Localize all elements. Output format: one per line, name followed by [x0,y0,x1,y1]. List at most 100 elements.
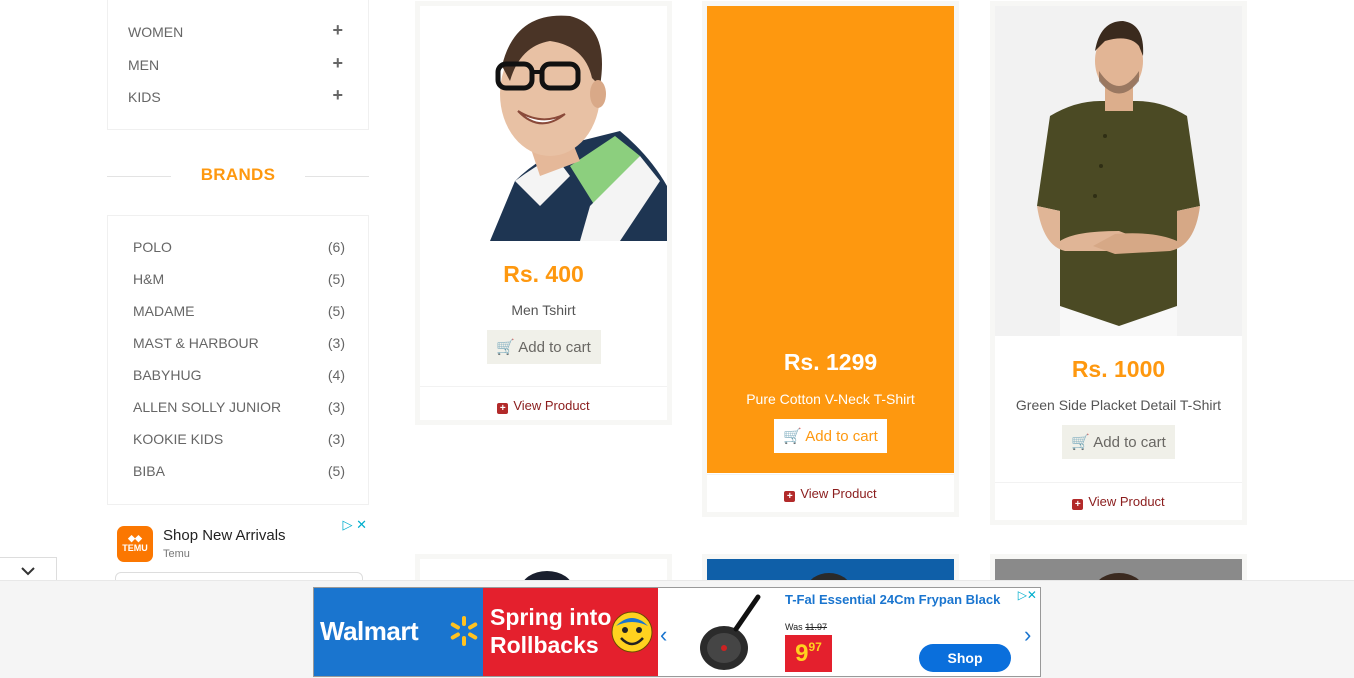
cart-icon: 🛒 [783,428,802,445]
view-product-label: View Product [513,398,590,413]
ad-subtitle: Temu [163,548,190,560]
cart-icon: 🛒 [496,339,515,356]
brands-heading: BRANDS [107,165,369,187]
category-women[interactable]: WOMEN + [128,20,350,44]
brands-title: BRANDS [200,165,276,184]
product-card: Rs. 400 Men Tshirt 🛒 Add to cart + View P… [415,1,672,425]
ad-choices-icon[interactable]: ▷ ✕ [342,517,367,533]
brand-item-polo[interactable]: POLO (6) [133,239,345,257]
category-panel: WOMEN + MEN + KIDS + [107,0,369,130]
walmart-ad-banner[interactable]: Walmart Spring into Rollbacks ‹ T-Fal Es… [313,587,1041,677]
product-name: Pure Cotton V-Neck T-Shirt [746,391,915,407]
brand-item-madame[interactable]: MADAME (5) [133,303,345,321]
walmart-wordmark: Walmart [320,616,419,646]
brand-count: (4) [327,367,345,383]
walmart-brand-panel: Walmart [314,588,483,676]
view-product-link[interactable]: + View Product [420,386,667,425]
was-label: Was [785,622,803,632]
category-men[interactable]: MEN + [128,53,350,77]
category-label: WOMEN [128,24,184,40]
spark-icon [450,616,478,646]
product-image [995,6,1242,336]
brand-name[interactable]: BABYHUG [133,367,201,383]
plus-square-icon: + [497,403,509,414]
ad-headline-1: Spring into [490,604,612,630]
smiley-icon [611,611,653,653]
divider [305,176,369,177]
brand-count: (5) [327,271,345,287]
add-to-cart-label: Add to cart [805,428,878,445]
brand-item-biba[interactable]: BIBA (5) [133,463,345,481]
view-product-label: View Product [800,486,877,501]
brand-name[interactable]: KOOKIE KIDS [133,431,223,447]
add-to-cart-button[interactable]: 🛒 Add to cart [774,419,887,453]
category-label: MEN [128,57,160,73]
brand-name[interactable]: POLO [133,239,172,255]
brand-name[interactable]: MAST & HARBOUR [133,335,259,351]
plus-square-icon: + [1072,499,1084,510]
view-product-label: View Product [1088,494,1165,509]
logo-glyph: ◆◆ [128,533,142,543]
carousel-prev-icon[interactable]: ‹ [660,622,667,648]
ad-title[interactable]: Shop New Arrivals [163,527,286,544]
price-cents: 97 [808,640,822,654]
cart-icon: 🛒 [1071,434,1090,451]
product-price: Rs. 1000 [1071,356,1166,382]
brand-item-hm[interactable]: H&M (5) [133,271,345,289]
brand-name[interactable]: H&M [133,271,164,287]
chevron-down-icon[interactable] [20,566,36,576]
category-label: KIDS [128,89,161,105]
brand-count: (6) [327,239,345,255]
sidebar-ad[interactable]: ◆◆ TEMU Shop New Arrivals Temu ▷ ✕ [107,513,369,583]
product-price: Rs. 400 [503,261,584,287]
plus-icon[interactable]: + [332,20,343,41]
price-main: 9 [795,640,809,667]
brand-count: (3) [327,431,345,447]
frypan-image [700,594,761,670]
product-hover-overlay: Rs. 1299 Pure Cotton V-Neck T-Shirt 🛒 Ad… [707,6,954,473]
view-product-link[interactable]: + View Product [995,482,1242,521]
collapse-ad-button[interactable] [0,557,57,582]
plus-square-icon: + [784,491,796,502]
divider [107,176,171,177]
temu-logo: ◆◆ TEMU [117,526,153,562]
brand-item-mast-harbour[interactable]: MAST & HARBOUR (3) [133,335,345,353]
brand-count: (5) [327,303,345,319]
add-to-cart-label: Add to cart [1093,434,1166,451]
brand-count: (5) [327,463,345,479]
brand-item-allen-solly-junior[interactable]: ALLEN SOLLY JUNIOR (3) [133,399,345,417]
product-card: Rs. 1299 Pure Cotton V-Neck T-Shirt 🛒 Ad… [702,1,959,517]
brands-panel: POLO (6) H&M (5) MADAME (5) MAST & HARBO… [107,215,369,505]
product-name: Men Tshirt [511,302,576,318]
product-name: Green Side Placket Detail T-Shirt [1015,397,1222,413]
brand-count: (3) [327,399,345,415]
brand-name[interactable]: BIBA [133,463,165,479]
ad-choices-icon[interactable]: ▷✕ [1018,588,1037,602]
add-to-cart-button[interactable]: 🛒 Add to cart [486,330,601,364]
carousel-next-icon[interactable]: › [1024,622,1031,648]
add-to-cart-button[interactable]: 🛒 Add to cart [1062,425,1175,459]
was-price-row: Was 11.97 [785,622,827,632]
logo-text: TEMU [122,543,148,553]
sale-price-tag: 997 [785,635,832,672]
view-product-link[interactable]: + View Product [707,474,954,513]
plus-icon[interactable]: + [332,53,343,74]
brand-item-babyhug[interactable]: BABYHUG (4) [133,367,345,385]
plus-icon[interactable]: + [332,85,343,106]
product-photo [420,6,667,241]
brand-name[interactable]: MADAME [133,303,194,319]
brand-item-kookie-kids[interactable]: KOOKIE KIDS (3) [133,431,345,449]
category-kids[interactable]: KIDS + [128,85,350,109]
product-image [420,6,667,241]
product-photo [995,6,1242,336]
ad-product-title[interactable]: T-Fal Essential 24Cm Frypan Black [785,592,1000,607]
was-price: 11.97 [805,622,828,632]
shop-button[interactable]: Shop [919,644,1011,672]
add-to-cart-label: Add to cart [518,339,591,356]
brand-name[interactable]: ALLEN SOLLY JUNIOR [133,399,281,415]
product-card: Rs. 1000 Green Side Placket Detail T-Shi… [990,1,1247,525]
ad-headline-2: Rollbacks [490,632,599,658]
product-price: Rs. 1299 [783,349,878,375]
brand-count: (3) [327,335,345,351]
rollback-panel: Spring into Rollbacks [483,588,658,676]
